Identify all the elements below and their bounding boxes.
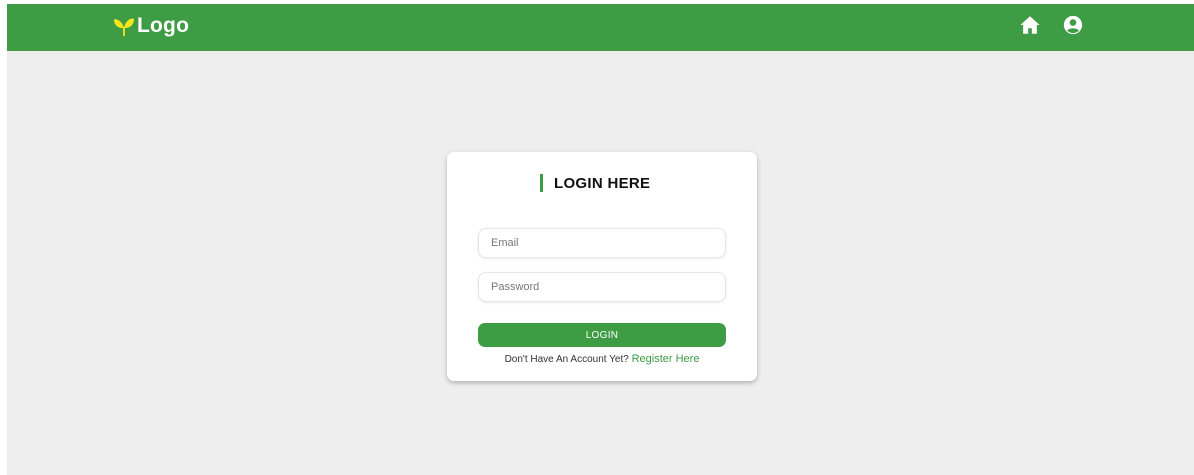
- register-prompt: Don't Have An Account Yet?: [504, 354, 629, 365]
- heading-accent-bar: [540, 174, 543, 192]
- login-title: LOGIN HERE: [554, 174, 651, 192]
- brand-logo[interactable]: Logo: [113, 12, 189, 40]
- password-input[interactable]: [478, 272, 726, 302]
- email-input[interactable]: [478, 228, 726, 258]
- register-prompt-line: Don't Have An Account Yet? Register Here: [447, 352, 757, 367]
- login-button[interactable]: LOGIN: [478, 323, 726, 347]
- navbar: Logo: [7, 4, 1194, 51]
- logo-text: Logo: [137, 14, 190, 37]
- navbar-icons: [1019, 14, 1084, 36]
- login-heading: LOGIN HERE: [540, 174, 650, 192]
- login-card: LOGIN HERE LOGIN Don't Have An Account Y…: [447, 152, 757, 381]
- app-frame: Logo LOGIN HERE LOGIN Don't Have An Acco…: [7, 4, 1194, 475]
- sprout-icon: [113, 18, 135, 37]
- user-circle-icon[interactable]: [1062, 14, 1084, 36]
- register-link[interactable]: Register Here: [632, 353, 700, 365]
- home-icon[interactable]: [1019, 14, 1041, 36]
